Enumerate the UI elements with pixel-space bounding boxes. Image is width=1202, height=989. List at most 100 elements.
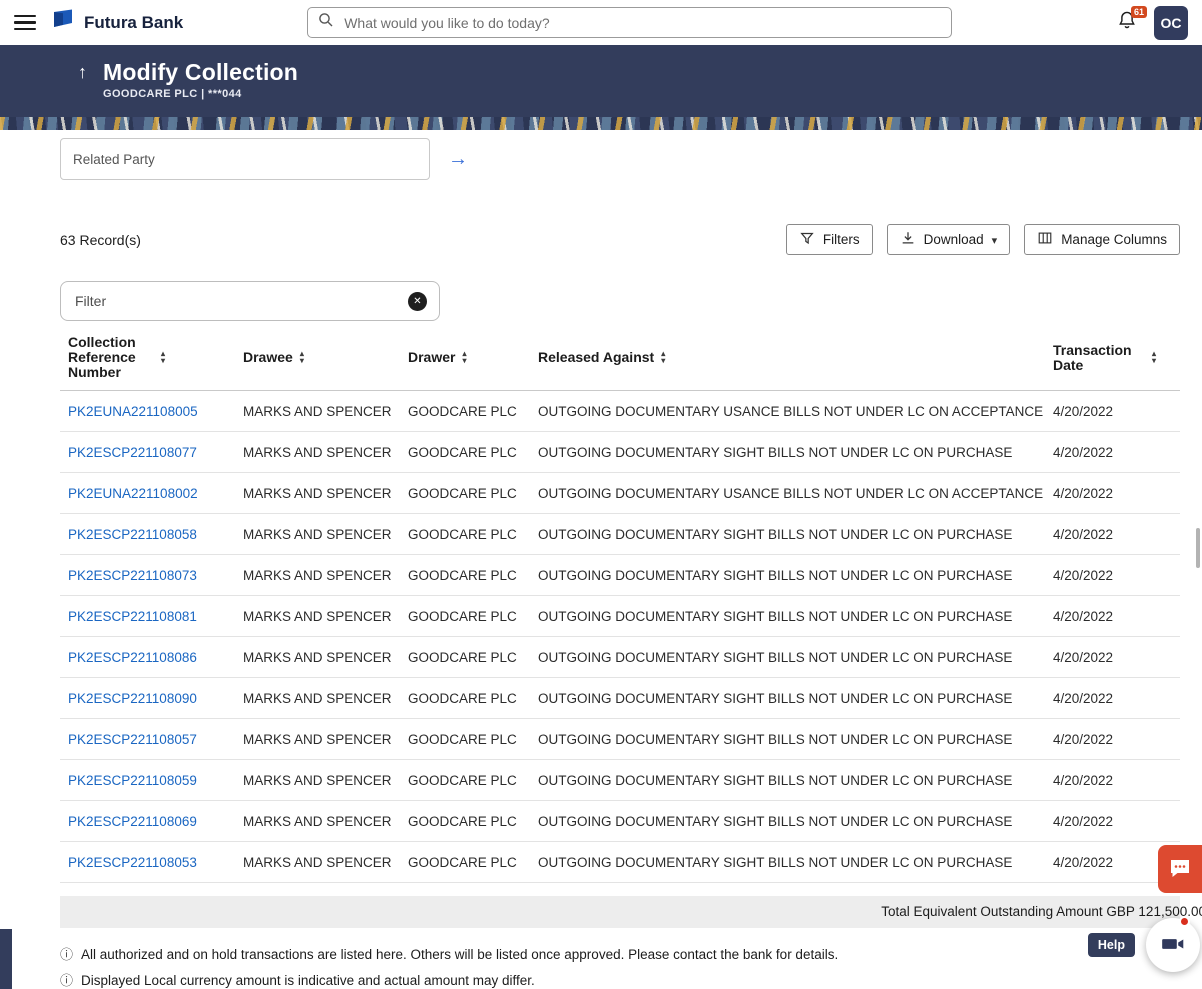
drawer-cell: GOODCARE PLC (400, 801, 530, 842)
column-header-released-against: Released Against (530, 327, 1045, 391)
page-subtitle: GOODCARE PLC | ***044 (103, 88, 298, 100)
sort-icon[interactable] (661, 351, 665, 364)
manage-columns-label: Manage Columns (1061, 232, 1167, 247)
notification-badge: 61 (1131, 6, 1147, 18)
help-button[interactable]: Help (1088, 933, 1135, 957)
table-row: PK2ESCP221108053 MARKS AND SPENCER GOODC… (60, 842, 1180, 883)
records-toolbar: 63 Record(s) Filters Download Manage Col (60, 224, 1180, 255)
filters-label: Filters (823, 232, 860, 247)
table-row: PK2ESCP221108090 MARKS AND SPENCER GOODC… (60, 678, 1180, 719)
back-arrow-icon[interactable] (78, 59, 87, 85)
search-icon (318, 12, 334, 33)
sort-icon[interactable] (300, 351, 304, 364)
drawee-cell: MARKS AND SPENCER (235, 842, 400, 883)
notifications-button[interactable]: 61 (1114, 10, 1140, 36)
collection-reference-link[interactable]: PK2ESCP221108073 (68, 568, 197, 583)
collection-reference-link[interactable]: PK2ESCP221108058 (68, 527, 197, 542)
drawee-cell: MARKS AND SPENCER (235, 801, 400, 842)
clear-filter-icon[interactable] (408, 292, 427, 311)
related-party-field[interactable] (60, 138, 430, 180)
brand-name: Futura Bank (84, 13, 183, 33)
collection-reference-link[interactable]: PK2ESCP221108077 (68, 445, 197, 460)
column-header-collection-reference: Collection Reference Number (60, 327, 235, 391)
collection-reference-link[interactable]: PK2ESCP221108090 (68, 691, 197, 706)
released-against-cell: OUTGOING DOCUMENTARY SIGHT BILLS NOT UND… (530, 637, 1045, 678)
table-filter-input[interactable] (73, 292, 400, 310)
video-notification-dot (1179, 916, 1190, 927)
download-button[interactable]: Download (887, 224, 1011, 255)
table-row: PK2ESCP221108077 MARKS AND SPENCER GOODC… (60, 432, 1180, 473)
drawer-cell: GOODCARE PLC (400, 678, 530, 719)
info-icon (60, 972, 73, 989)
column-header-drawer: Drawer (400, 327, 530, 391)
chat-button[interactable] (1158, 845, 1202, 893)
records-count: 63 Record(s) (60, 232, 141, 248)
column-header-drawee: Drawee (235, 327, 400, 391)
drawee-cell: MARKS AND SPENCER (235, 391, 400, 432)
collection-reference-link[interactable]: PK2EUNA221108005 (68, 404, 198, 419)
table-header-row: Collection Reference Number Drawee Drawe… (60, 327, 1180, 391)
corner-accent-block (0, 929, 12, 989)
column-header-transaction-date: Transaction Date (1045, 327, 1180, 391)
drawee-cell: MARKS AND SPENCER (235, 596, 400, 637)
collection-reference-link[interactable]: PK2ESCP221108059 (68, 773, 197, 788)
collection-reference-link[interactable]: PK2ESCP221108057 (68, 732, 197, 747)
brand[interactable]: Futura Bank (50, 8, 183, 37)
menu-icon[interactable] (14, 15, 36, 30)
global-search[interactable] (307, 7, 952, 38)
chevron-down-icon (992, 232, 998, 247)
manage-columns-button[interactable]: Manage Columns (1024, 224, 1180, 255)
decorative-pattern-strip (0, 117, 1202, 130)
table-row: PK2ESCP221108086 MARKS AND SPENCER GOODC… (60, 637, 1180, 678)
funnel-icon (799, 230, 815, 249)
collection-reference-link[interactable]: PK2ESCP221108081 (68, 609, 197, 624)
total-bar: Total Equivalent Outstanding Amount GBP … (60, 896, 1180, 928)
transaction-date-cell: 4/20/2022 (1045, 760, 1180, 801)
released-against-cell: OUTGOING DOCUMENTARY USANCE BILLS NOT UN… (530, 391, 1045, 432)
table-row: PK2ESCP221108058 MARKS AND SPENCER GOODC… (60, 514, 1180, 555)
transaction-date-cell: 4/20/2022 (1045, 514, 1180, 555)
drawee-cell: MARKS AND SPENCER (235, 719, 400, 760)
page-header: Modify Collection GOODCARE PLC | ***044 (0, 45, 1202, 117)
chat-bubble-icon (1168, 856, 1192, 883)
filters-button[interactable]: Filters (786, 224, 873, 255)
note-authorized: All authorized and on hold transactions … (60, 946, 1180, 963)
video-call-button[interactable] (1146, 918, 1200, 972)
drawer-cell: GOODCARE PLC (400, 514, 530, 555)
table-row: PK2EUNA221108002 MARKS AND SPENCER GOODC… (60, 473, 1180, 514)
drawer-cell: GOODCARE PLC (400, 473, 530, 514)
transaction-date-cell: 4/20/2022 (1045, 678, 1180, 719)
table-body: PK2EUNA221108005 MARKS AND SPENCER GOODC… (60, 391, 1180, 883)
table-row: PK2ESCP221108059 MARKS AND SPENCER GOODC… (60, 760, 1180, 801)
vertical-scrollbar[interactable] (1196, 528, 1200, 568)
transaction-date-cell: 4/20/2022 (1045, 555, 1180, 596)
sort-icon[interactable] (161, 351, 165, 364)
transaction-date-cell: 4/20/2022 (1045, 596, 1180, 637)
drawer-cell: GOODCARE PLC (400, 760, 530, 801)
released-against-cell: OUTGOING DOCUMENTARY SIGHT BILLS NOT UND… (530, 432, 1045, 473)
avatar[interactable]: OC (1154, 6, 1188, 40)
released-against-cell: OUTGOING DOCUMENTARY SIGHT BILLS NOT UND… (530, 842, 1045, 883)
topbar: Futura Bank 61 OC (0, 0, 1202, 45)
sort-icon[interactable] (1152, 351, 1156, 364)
collection-reference-link[interactable]: PK2EUNA221108002 (68, 486, 198, 501)
main-content: 63 Record(s) Filters Download Manage Col (0, 130, 1202, 989)
drawer-cell: GOODCARE PLC (400, 637, 530, 678)
total-outstanding-amount: Total Equivalent Outstanding Amount GBP … (881, 904, 1202, 919)
table-filter[interactable] (60, 281, 440, 321)
drawee-cell: MARKS AND SPENCER (235, 555, 400, 596)
submit-arrow-icon[interactable] (448, 148, 468, 171)
transaction-date-cell: 4/20/2022 (1045, 801, 1180, 842)
collection-reference-link[interactable]: PK2ESCP221108069 (68, 814, 197, 829)
drawee-cell: MARKS AND SPENCER (235, 637, 400, 678)
collections-table: Collection Reference Number Drawee Drawe… (60, 327, 1180, 883)
sort-icon[interactable] (462, 351, 466, 364)
released-against-cell: OUTGOING DOCUMENTARY SIGHT BILLS NOT UND… (530, 719, 1045, 760)
related-party-row (60, 138, 1180, 180)
info-icon (60, 946, 73, 963)
collection-reference-link[interactable]: PK2ESCP221108053 (68, 855, 197, 870)
released-against-cell: OUTGOING DOCUMENTARY SIGHT BILLS NOT UND… (530, 678, 1045, 719)
global-search-input[interactable] (342, 14, 941, 32)
drawee-cell: MARKS AND SPENCER (235, 514, 400, 555)
collection-reference-link[interactable]: PK2ESCP221108086 (68, 650, 197, 665)
